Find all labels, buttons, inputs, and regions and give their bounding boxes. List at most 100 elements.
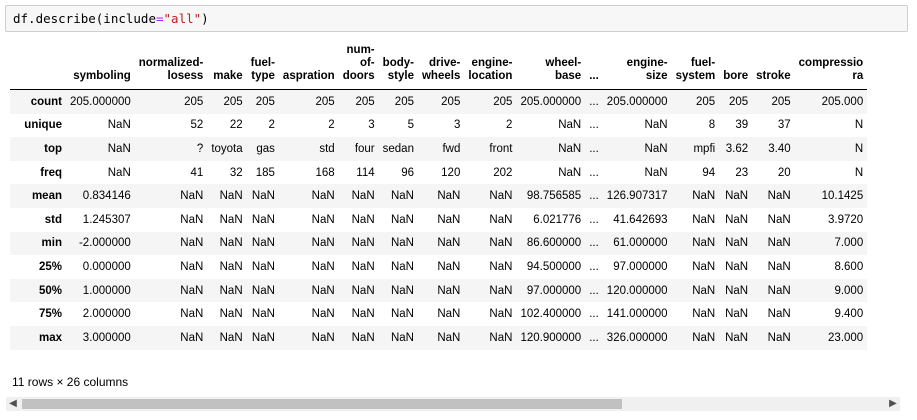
table-cell: NaN bbox=[351, 260, 375, 273]
column-header: drive-wheels bbox=[417, 44, 465, 90]
table-cell: NaN bbox=[311, 331, 335, 344]
table-cell: ... bbox=[589, 308, 599, 321]
table-cell: NaN bbox=[437, 284, 461, 297]
table-cell: 205 bbox=[394, 95, 414, 108]
table-cell: ... bbox=[589, 95, 599, 108]
horizontal-scrollbar[interactable]: ◀ ▶ bbox=[6, 397, 900, 411]
table-cell: NaN bbox=[180, 284, 204, 297]
table-cell: NaN bbox=[251, 308, 275, 321]
code-string-arg: "all" bbox=[163, 11, 202, 26]
table-cell: NaN bbox=[558, 166, 582, 179]
table-cell: NaN bbox=[692, 260, 716, 273]
scroll-left-arrow-icon[interactable]: ◀ bbox=[6, 397, 20, 411]
scrollbar-thumb[interactable] bbox=[22, 399, 622, 409]
table-cell: 0.000000 bbox=[82, 260, 131, 273]
table-cell: 2 bbox=[268, 119, 275, 132]
table-cell: NaN bbox=[489, 260, 513, 273]
row-label: top bbox=[44, 142, 62, 155]
table-cell: 3 bbox=[453, 119, 461, 132]
table-cell: 2.000000 bbox=[82, 308, 131, 321]
table-row: top NaN? toyota gas std four sedan fwd front NaN.… bbox=[10, 137, 868, 161]
table-cell: NaN bbox=[107, 119, 131, 132]
table-cell: NaN bbox=[390, 331, 414, 344]
table-cell: ... bbox=[589, 260, 599, 273]
table-cell: NaN bbox=[180, 237, 204, 250]
table-cell: NaN bbox=[219, 308, 243, 321]
table-cell: 61.000000 bbox=[613, 237, 668, 250]
table-cell: 120 bbox=[441, 166, 461, 179]
table-cell: NaN bbox=[725, 260, 749, 273]
code-prefix: df.describe(include bbox=[13, 11, 156, 26]
table-cell: 205 bbox=[771, 95, 791, 108]
scroll-right-arrow-icon[interactable]: ▶ bbox=[886, 397, 900, 411]
table-cell: 205 bbox=[315, 95, 335, 108]
table-cell: NaN bbox=[437, 331, 461, 344]
table-cell: 9.400 bbox=[834, 308, 864, 321]
table-cell: 205.000000 bbox=[70, 95, 131, 108]
table-cell: -2.000000 bbox=[78, 237, 131, 250]
table-cell: 1.000000 bbox=[82, 284, 131, 297]
table-cell: 96 bbox=[401, 166, 414, 179]
row-label: 75% bbox=[38, 308, 62, 321]
table-cell: 2 bbox=[328, 119, 335, 132]
table-cell: 114 bbox=[356, 166, 375, 179]
index-header bbox=[10, 44, 66, 90]
column-header: symboling bbox=[66, 44, 135, 90]
table-row: min -2.000000 NaN NaN NaN NaN NaN NaN NaN NaN 86.6… bbox=[10, 231, 868, 256]
table-cell: NaN bbox=[311, 260, 335, 273]
table-cell: 98.756585 bbox=[526, 190, 582, 203]
table-cell: NaN bbox=[437, 260, 461, 273]
table-cell: NaN bbox=[390, 260, 414, 273]
table-cell: 7.000 bbox=[834, 237, 864, 250]
table-cell: 205 bbox=[355, 95, 375, 108]
table-cell: 3.9720 bbox=[828, 213, 864, 226]
row-label: max bbox=[38, 331, 62, 344]
table-cell: NaN bbox=[644, 119, 668, 132]
table-cell: 205 bbox=[493, 95, 513, 108]
table-cell: 52 bbox=[190, 119, 204, 132]
code-input[interactable]: df.describe(include="all") bbox=[13, 11, 209, 27]
row-label: unique bbox=[24, 119, 62, 132]
table-row: max 3.000000 NaN NaN NaN NaN NaN NaN NaN NaN 120.9… bbox=[10, 325, 868, 350]
table-cell: NaN bbox=[219, 284, 243, 297]
table-cell: fwd bbox=[442, 142, 461, 155]
table-cell: NaN bbox=[390, 284, 414, 297]
table-cell: 41.642693 bbox=[613, 213, 668, 226]
table-cell: ... bbox=[589, 190, 599, 203]
table-cell: 5 bbox=[407, 119, 414, 132]
table-cell: NaN bbox=[311, 308, 335, 321]
table-cell: NaN bbox=[390, 308, 414, 321]
table-cell: NaN bbox=[251, 237, 275, 250]
table-cell: NaN bbox=[692, 213, 716, 226]
describe-table: symboling normalized-losess make fuel-type a… bbox=[10, 44, 868, 350]
table-cell: 1.245307 bbox=[82, 213, 131, 226]
table-cell: 8 bbox=[708, 119, 716, 132]
table-cell: 326.000000 bbox=[606, 331, 668, 344]
table-cell: 3.000000 bbox=[82, 331, 131, 344]
row-label: freq bbox=[40, 166, 62, 179]
table-cell: ... bbox=[589, 213, 599, 226]
column-header: fuel-system bbox=[671, 44, 720, 90]
code-cell[interactable]: df.describe(include="all") bbox=[5, 5, 908, 32]
column-header: wheel-base bbox=[516, 44, 586, 90]
table-cell: 205 bbox=[696, 95, 716, 108]
table-cell: NaN bbox=[219, 260, 243, 273]
table-cell: N bbox=[854, 166, 864, 179]
row-label: 25% bbox=[38, 260, 62, 273]
table-cell: NaN bbox=[767, 237, 791, 250]
table-cell: 141.000000 bbox=[606, 308, 668, 321]
table-cell: 120.000000 bbox=[606, 284, 668, 297]
table-row: mean 0.834146 NaN NaN NaN NaN NaN NaN NaN NaN 98.7… bbox=[10, 184, 868, 208]
table-cell: NaN bbox=[644, 142, 668, 155]
table-row: freq NaN 41 32 185 168 114 96 120 202 NaN... NaN 94 2… bbox=[10, 161, 867, 185]
table-cell: NaN bbox=[351, 284, 375, 297]
table-cell: NaN bbox=[390, 213, 414, 226]
table-cell: NaN bbox=[767, 260, 791, 273]
table-cell: NaN bbox=[767, 331, 791, 344]
column-header: fuel-type bbox=[246, 44, 279, 90]
table-cell: NaN bbox=[351, 308, 375, 321]
table-cell: ... bbox=[589, 284, 599, 297]
table-cell: NaN bbox=[558, 142, 582, 155]
table-cell: 32 bbox=[229, 166, 243, 179]
table-cell: NaN bbox=[767, 308, 791, 321]
